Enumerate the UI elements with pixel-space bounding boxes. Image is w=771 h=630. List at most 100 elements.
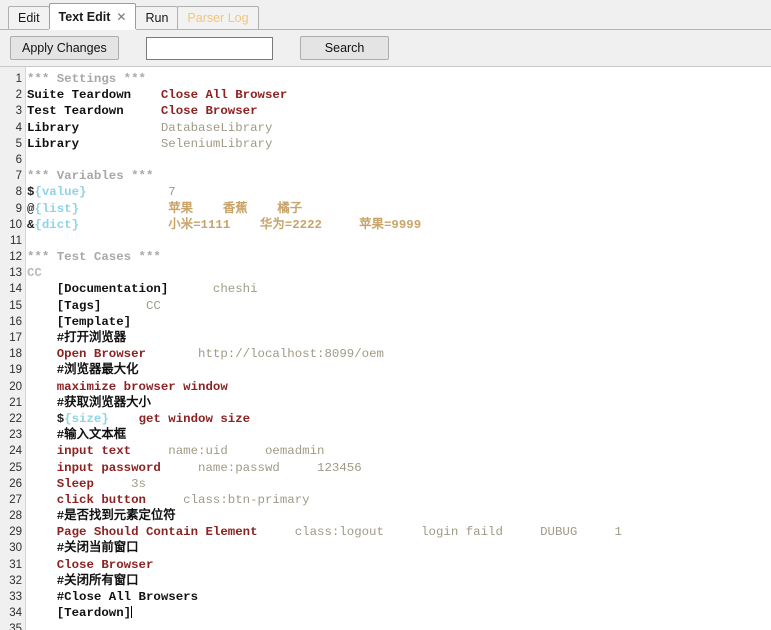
line-number: 13 — [9, 267, 22, 280]
line-number: 8 — [15, 186, 22, 199]
code-line[interactable]: input password name:passwd 123456 — [27, 460, 771, 476]
tab-text-edit[interactable]: Text Edit ✕ — [48, 3, 137, 29]
token-heading: *** Settings *** — [27, 72, 146, 86]
line-number: 34 — [9, 607, 22, 620]
code-line[interactable]: maximize browser window — [27, 379, 771, 395]
code-line[interactable]: [Tags] CC — [27, 298, 771, 314]
code-line[interactable]: #是否找到元素定位符 — [27, 508, 771, 524]
code-line[interactable]: &{dict} 小米=1111 华为=2222 苹果=9999 — [27, 217, 771, 233]
line-number: 11 — [10, 234, 22, 247]
line-number: 9 — [15, 202, 22, 215]
code-line[interactable]: CC — [27, 265, 771, 281]
tab-edit[interactable]: Edit — [8, 6, 50, 29]
token-comment: #关闭所有窗口 — [27, 573, 139, 588]
tab-run[interactable]: Run — [135, 6, 179, 29]
code-line[interactable]: #浏览器最大化 — [27, 362, 771, 378]
code-line[interactable]: ${value} 7 — [27, 184, 771, 200]
code-line[interactable]: #输入文本框 — [27, 427, 771, 443]
line-number: 17 — [9, 332, 22, 344]
line-number: 21 — [9, 396, 22, 409]
code-line[interactable]: Suite Teardown Close All Browser — [27, 87, 771, 103]
code-area[interactable]: *** Settings *** Suite Teardown Close All… — [26, 67, 771, 630]
token-cjk: 苹果 — [168, 201, 194, 216]
search-input[interactable] — [145, 36, 273, 60]
code-line[interactable]: #关闭当前窗口 — [27, 540, 771, 556]
line-number: 24 — [9, 445, 22, 458]
token-setting: Library — [27, 120, 80, 135]
code-line[interactable]: *** Variables *** — [27, 168, 771, 184]
code-line[interactable]: #打开浏览器 — [27, 330, 771, 346]
token-cjk: 橘子 — [277, 201, 303, 216]
token-arg: class:logout — [294, 525, 384, 540]
tab-label: Parser Log — [187, 11, 249, 25]
text-editor[interactable]: 1 2 3 4 5 6 7 8 9 10 11 12 13 14 15 16 17 18 19 20 21 22 23 24 2… — [0, 67, 771, 630]
token-setting: Suite Teardown — [27, 88, 132, 103]
tab-bar: Edit Text Edit ✕ Run Parser Log — [0, 0, 771, 30]
search-button[interactable]: Search — [299, 36, 390, 60]
text-caret — [131, 606, 133, 619]
code-line[interactable] — [27, 152, 771, 168]
token-arg: CC — [145, 298, 161, 313]
tab-parser-log[interactable]: Parser Log — [177, 6, 259, 29]
token-keyword: Close Browser — [160, 104, 258, 119]
code-line[interactable]: #关闭所有窗口 — [27, 573, 771, 589]
token-arg: class:btn-primary — [183, 492, 310, 507]
code-line[interactable]: *** Test Cases *** — [27, 249, 771, 265]
token-cjk: 香蕉 — [222, 201, 248, 216]
code-line[interactable]: [Teardown] — [27, 605, 771, 621]
code-line[interactable]: Page Should Contain Element class:logout… — [27, 524, 771, 540]
line-number: 14 — [9, 283, 22, 296]
token-comment: #打开浏览器 — [27, 331, 127, 345]
token-arg: oemadmin — [264, 444, 325, 459]
line-number: 20 — [9, 380, 22, 393]
code-line[interactable]: Library SeleniumLibrary — [27, 136, 771, 152]
token-keyword: get window size — [138, 411, 251, 426]
code-line[interactable]: Sleep 3s — [27, 476, 771, 492]
code-line[interactable]: [Template] — [27, 314, 771, 330]
line-number: 1 — [15, 73, 22, 85]
toolbar: Apply Changes Search — [0, 30, 771, 67]
apply-changes-button[interactable]: Apply Changes — [10, 36, 119, 60]
token-keyword: Page Should Contain Element — [27, 525, 258, 540]
code-line[interactable]: click button class:btn-primary — [27, 492, 771, 508]
code-line[interactable]: input text name:uid oemadmin — [27, 443, 771, 459]
line-number: 15 — [9, 299, 22, 312]
code-line[interactable]: @{list} 苹果 香蕉 橘子 — [27, 201, 771, 217]
close-icon[interactable]: ✕ — [116, 11, 126, 23]
code-line[interactable]: #Close All Browsers — [27, 589, 771, 605]
code-line[interactable]: Test Teardown Close Browser — [27, 103, 771, 119]
code-line[interactable]: ${size} get window size — [27, 411, 771, 427]
code-line[interactable]: [Documentation] cheshi — [27, 281, 771, 297]
code-line[interactable]: #获取浏览器大小 — [27, 395, 771, 411]
code-line[interactable] — [27, 621, 771, 630]
token-comment: #浏览器最大化 — [27, 363, 139, 378]
token-heading: *** Test Cases *** — [27, 250, 161, 265]
code-line[interactable]: Open Browser http://localhost:8099/oem — [27, 346, 771, 362]
code-line[interactable]: *** Settings *** — [27, 71, 771, 87]
code-line[interactable] — [27, 233, 771, 249]
token-setting: Test Teardown — [27, 104, 124, 119]
token-arg: name:uid — [168, 444, 228, 459]
token-comment: #Close All Browsers — [27, 590, 199, 604]
token-cjk: 苹果=9999 — [359, 217, 422, 232]
code-line[interactable]: Library DatabaseLibrary — [27, 120, 771, 136]
token-comment: #输入文本框 — [27, 428, 127, 443]
line-number: 10 — [9, 218, 22, 231]
code-line[interactable]: Close Browser — [27, 557, 771, 573]
line-number: 35 — [9, 623, 22, 630]
line-number: 16 — [9, 315, 22, 328]
token-setting: [Teardown] — [27, 606, 132, 621]
